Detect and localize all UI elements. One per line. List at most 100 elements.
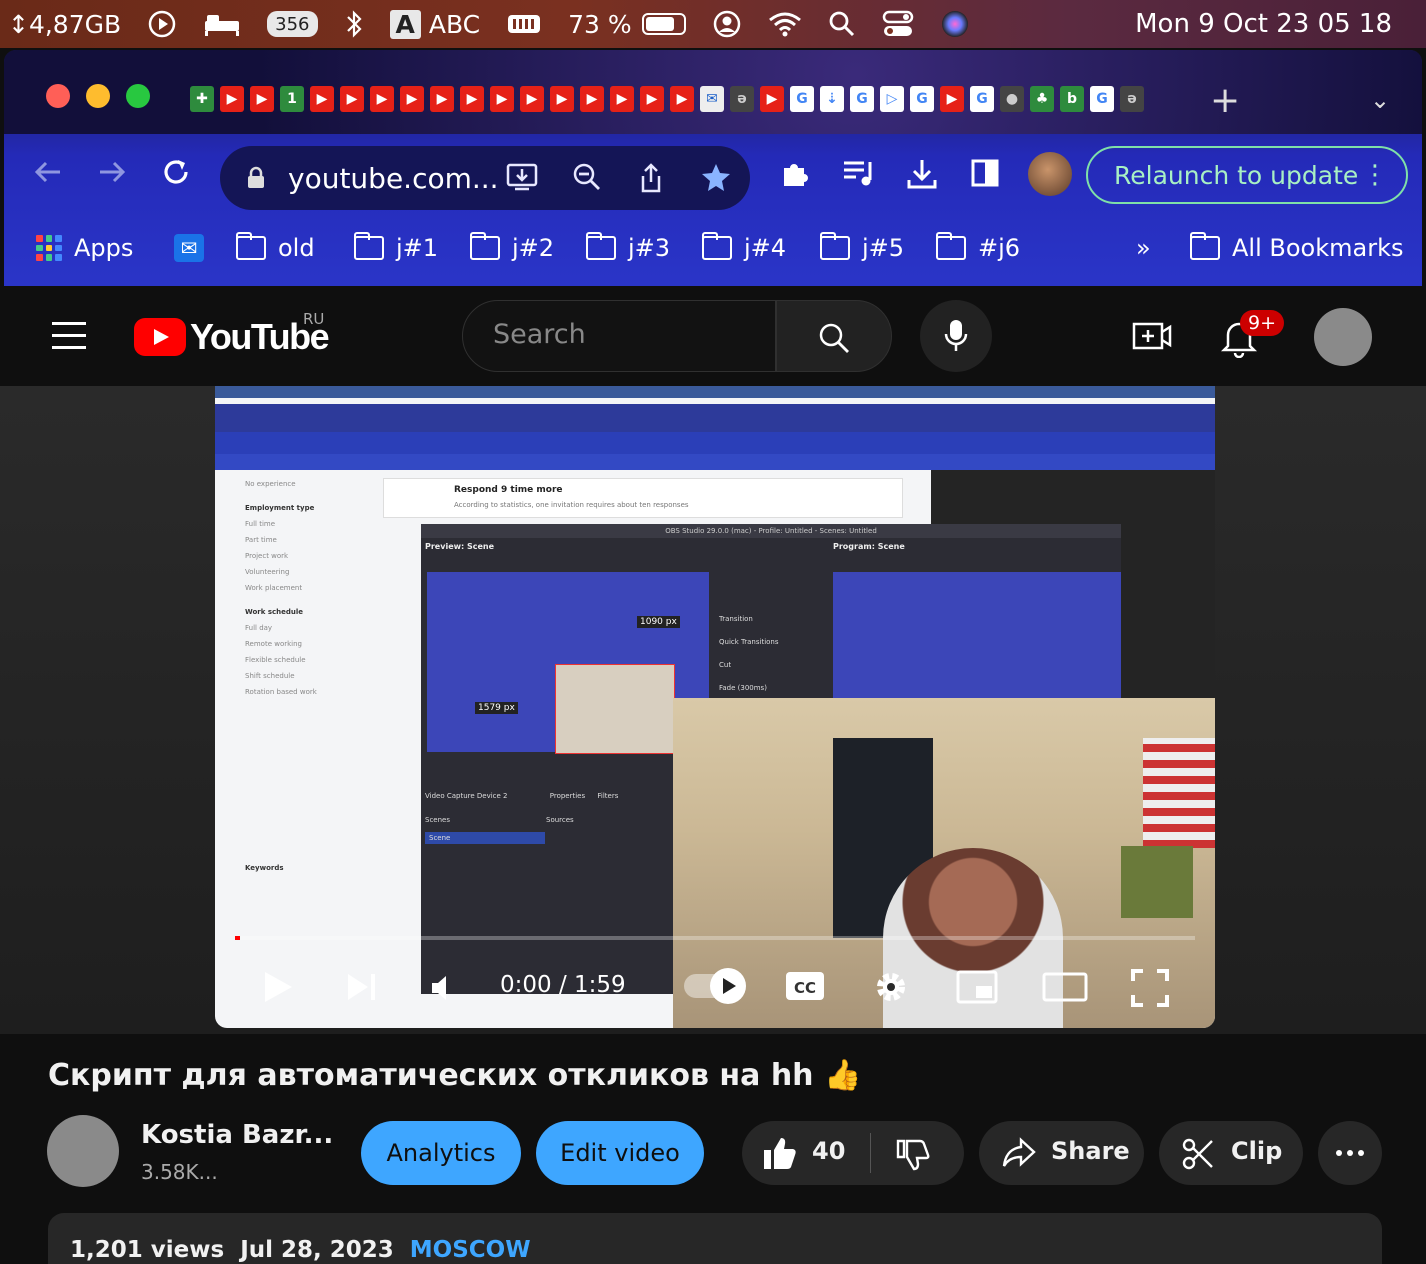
side-panel-icon[interactable] [970,158,1000,188]
profile-avatar[interactable] [1028,152,1072,196]
tab-favicon-youtube[interactable]: ▶ [940,86,964,112]
tab-favicon-youtube[interactable]: ▶ [670,86,694,112]
play-icon[interactable] [262,970,294,1004]
tab-favicon-google[interactable]: G [850,86,874,112]
tab-favicon-tree[interactable]: ♣ [1030,86,1054,112]
bookmark-folder-j5[interactable]: j#5 [820,232,904,262]
chevron-down-icon[interactable]: ⌄ [1370,86,1390,114]
datetime[interactable]: Mon 9 Oct 23 05 18 [1135,9,1392,39]
like-button[interactable]: 40 [742,1121,868,1185]
zoom-window-button[interactable] [126,84,150,108]
bookmark-folder-j4[interactable]: j#4 [702,232,786,262]
menu-dots-icon[interactable]: ⋮ [1362,160,1388,190]
all-bookmarks-button[interactable]: All Bookmarks [1190,232,1403,262]
control-center-icon[interactable] [882,10,914,38]
tab-favicon-b[interactable]: b [1060,86,1084,112]
tab-favicon-youtube[interactable]: ▶ [400,86,424,112]
bookmark-mail[interactable]: ✉ [174,234,204,262]
bookmark-folder-j3[interactable]: j#3 [586,232,670,262]
edit-video-button[interactable]: Edit video [536,1121,704,1185]
back-icon[interactable] [32,156,64,188]
more-actions-button[interactable] [1318,1121,1382,1185]
play-circle-icon[interactable] [147,9,177,39]
progress-bar[interactable] [235,936,1195,940]
account-avatar[interactable] [1314,308,1372,366]
install-app-icon[interactable] [506,162,538,192]
siri-icon[interactable] [940,9,970,39]
autoplay-knob-icon[interactable] [710,968,746,1004]
channel-name[interactable]: Kostia Bazr... [141,1120,333,1150]
bookmarks-overflow-button[interactable]: » [1136,234,1151,262]
tab-favicon-youtube[interactable]: ▶ [310,86,334,112]
reload-icon[interactable] [160,156,192,188]
fullscreen-icon[interactable] [1130,968,1170,1008]
bookmark-folder-j6[interactable]: #j6 [936,232,1020,262]
tab-favicon-youtube[interactable]: ▶ [580,86,604,112]
address-bar[interactable]: youtube.com... [220,146,750,210]
forward-icon[interactable] [96,156,128,188]
share-button[interactable]: Share [979,1121,1144,1185]
memory-icon[interactable] [506,11,542,37]
relaunch-button[interactable]: Relaunch to update ⋮ [1086,146,1408,204]
search-input[interactable] [493,319,763,350]
description-box[interactable]: 1,201 views Jul 28, 2023 MOSCOW [48,1213,1382,1264]
hamburger-menu-icon[interactable] [52,322,86,358]
counter-badge[interactable]: 356 [267,11,318,37]
tab-favicon-cross[interactable]: ✚ [190,86,214,112]
tab-favicon-youtube[interactable]: ▶ [550,86,574,112]
volume-muted-icon[interactable] [430,974,460,1002]
tab-favicon-google[interactable]: G [790,86,814,112]
tab-favicon-youtube[interactable]: ▶ [520,86,544,112]
search-button[interactable] [776,300,892,372]
dislike-button[interactable] [872,1121,964,1185]
tab-favicon-play[interactable]: ▷ [880,86,904,112]
video-player[interactable]: Respond 9 time more According to statist… [215,386,1215,1028]
tab-favicon-youtube[interactable]: ▶ [610,86,634,112]
subtitles-cc-icon[interactable]: CC [784,970,826,1002]
bed-icon[interactable] [203,11,241,37]
lock-icon[interactable] [246,166,266,190]
downloads-icon[interactable] [906,158,938,190]
next-video-icon[interactable] [346,972,378,1002]
wifi-icon[interactable] [768,11,802,37]
media-queue-icon[interactable] [842,158,876,188]
settings-gear-icon[interactable] [872,968,910,1006]
spotlight-search-icon[interactable] [828,10,856,38]
tab-favicon-youtube[interactable]: ▶ [340,86,364,112]
tab-favicon-google[interactable]: G [910,86,934,112]
bookmark-apps[interactable]: Apps [36,234,133,262]
tab-favicon-youtube[interactable]: ▶ [490,86,514,112]
bookmark-folder-old[interactable]: old [236,232,315,262]
extensions-icon[interactable] [778,158,810,190]
voice-search-button[interactable] [920,300,992,372]
storage-indicator[interactable]: ↕4,87GB [8,10,121,39]
clip-button[interactable]: Clip [1159,1121,1303,1185]
minimize-window-button[interactable] [86,84,110,108]
battery-status[interactable]: 73 % [568,10,686,39]
tab-favicon-youtube[interactable]: ▶ [220,86,244,112]
tab-favicon-misc[interactable]: ə [730,86,754,112]
tab-favicon-download[interactable]: ⇣ [820,86,844,112]
location-link[interactable]: MOSCOW [410,1237,531,1263]
tab-favicon-mail[interactable]: ✉ [700,86,724,112]
tab-favicon-youtube[interactable]: ▶ [250,86,274,112]
bluetooth-icon[interactable] [344,9,364,39]
theater-mode-icon[interactable] [1042,972,1088,1002]
user-icon[interactable] [712,9,742,39]
tab-favicon-youtube[interactable]: ▶ [760,86,784,112]
tab-favicon-google[interactable]: G [1090,86,1114,112]
tab-favicon-youtube[interactable]: ▶ [460,86,484,112]
youtube-logo[interactable]: YouTube [134,316,330,358]
new-tab-icon[interactable]: + [1210,80,1240,121]
tab-favicon-google[interactable]: G [970,86,994,112]
bookmark-folder-j1[interactable]: j#1 [354,232,438,262]
tab-favicon-youtube[interactable]: ▶ [640,86,664,112]
miniplayer-icon[interactable] [956,970,998,1004]
tab-favicon-one[interactable]: 1 [280,86,304,112]
tab-favicon-youtube[interactable]: ▶ [430,86,454,112]
zoom-out-icon[interactable] [572,162,602,192]
tab-favicon-ghost[interactable]: ● [1000,86,1024,112]
channel-avatar[interactable] [47,1115,119,1187]
analytics-button[interactable]: Analytics [361,1121,521,1185]
bookmark-star-icon[interactable] [700,162,732,192]
